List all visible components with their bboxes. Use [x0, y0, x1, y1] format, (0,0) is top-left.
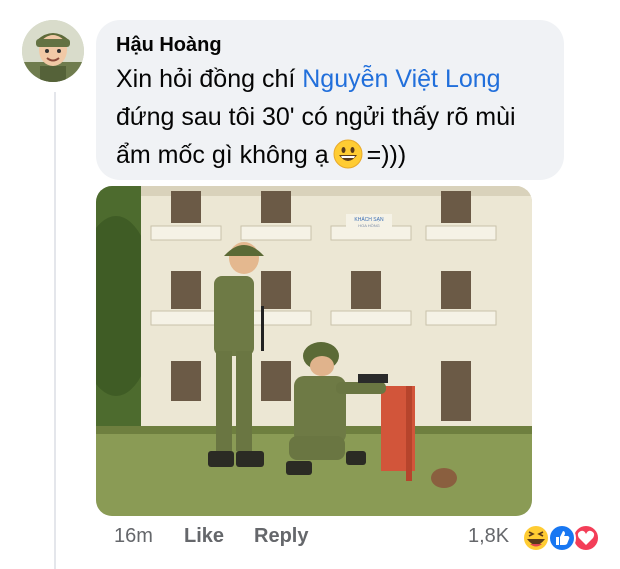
- laughing-icon: [522, 524, 550, 552]
- comment-author[interactable]: Hậu Hoàng: [116, 34, 222, 57]
- comment-text-line3: ẩm mốc gì không ạ: [116, 141, 329, 169]
- thread-line: [54, 92, 56, 569]
- mention-link[interactable]: Nguyễn Việt Long: [302, 65, 500, 93]
- reaction-icons[interactable]: [518, 522, 604, 554]
- grinning-face-icon: [333, 139, 363, 169]
- comment-text-intro: Xin hỏi đồng chí: [116, 65, 303, 93]
- reaction-count[interactable]: 1,8K: [468, 525, 509, 551]
- like-button[interactable]: Like: [184, 525, 224, 551]
- reply-button[interactable]: Reply: [254, 525, 308, 551]
- comment-bubble: Hậu Hoàng Xin hỏi đồng chí Nguyễn Việt L…: [96, 20, 564, 180]
- attached-photo[interactable]: KHÁCH SẠN HOA HỒNG: [96, 186, 532, 516]
- hotel-sign-line1: KHÁCH SẠN: [354, 216, 384, 223]
- photo-scene: KHÁCH SẠN HOA HỒNG: [96, 186, 532, 516]
- comment-text-line2: đứng sau tôi 30' có ngửi thấy rõ mùi: [116, 103, 516, 131]
- avatar-image: [22, 20, 84, 82]
- love-icon: [572, 524, 600, 552]
- like-icon: [548, 524, 576, 552]
- hotel-sign-line2: HOA HỒNG: [358, 223, 380, 228]
- comment-text: Xin hỏi đồng chí Nguyễn Việt Long đứng s…: [116, 60, 556, 174]
- comment-timestamp[interactable]: 16m: [114, 525, 153, 551]
- comment-text-suffix: =))): [366, 141, 407, 169]
- avatar[interactable]: [22, 20, 84, 82]
